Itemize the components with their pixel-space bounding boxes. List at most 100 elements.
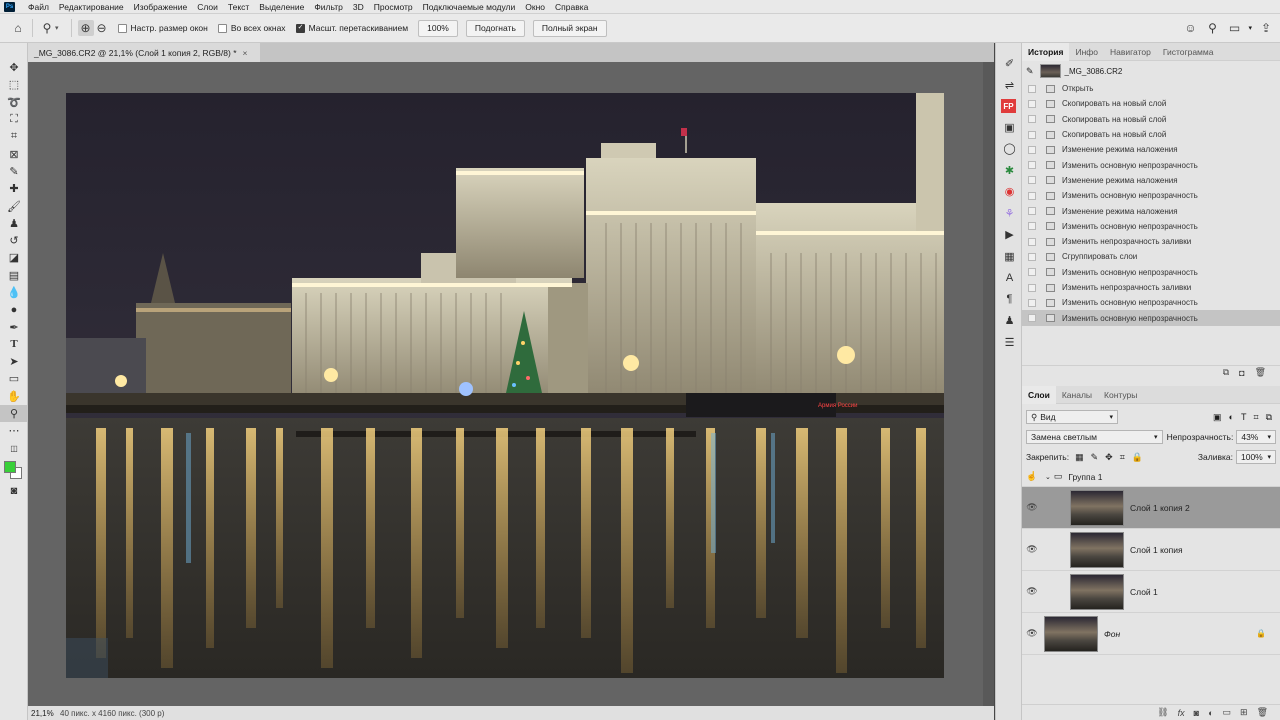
frame-tool-icon[interactable]: ⊠ [0, 145, 28, 162]
fill-screen-button[interactable]: Полный экран [532, 19, 607, 37]
history-item[interactable]: Изменить основную непрозрачность [1022, 310, 1280, 326]
rectangle-tool-icon[interactable]: ▭ [0, 370, 28, 387]
history-brush-source-box[interactable] [1028, 222, 1036, 231]
history-brush-source-box[interactable] [1028, 130, 1036, 139]
tab-history[interactable]: История [1022, 42, 1070, 61]
menu-select[interactable]: Выделение [254, 2, 309, 12]
trash-icon[interactable]: 🗑 [1255, 367, 1266, 378]
marquee-tool-icon[interactable]: ⬚ [0, 76, 28, 93]
zoom-out-icon[interactable]: ⊖ [94, 20, 110, 36]
history-brush-source-box[interactable] [1028, 99, 1036, 108]
menu-plugins[interactable]: Подключаемые модули [418, 2, 521, 12]
opacity-input[interactable]: 43% ▾ [1236, 430, 1276, 444]
type-tool-icon[interactable]: T [0, 336, 28, 353]
history-item[interactable]: Изменить основную непрозрачность [1022, 219, 1280, 234]
history-brush-source-box[interactable] [1028, 84, 1036, 93]
history-brush-tool-icon[interactable]: ↺ [0, 232, 28, 249]
share-icon[interactable]: ⇪ [1258, 20, 1274, 36]
history-snapshot[interactable]: ✎ _MG_3086.CR2 [1022, 61, 1280, 81]
document-canvas-image[interactable]: Армия России [66, 93, 944, 678]
resize-windows-checkbox[interactable]: Настр. размер окон [117, 23, 208, 33]
brush-tool-icon[interactable]: 🖌 [0, 197, 28, 214]
new-group-icon[interactable]: ▭ [1223, 707, 1232, 718]
zoom-tool-preset-icon[interactable]: ⚲ [39, 20, 55, 36]
stamp-tool-icon[interactable]: ♟ [0, 215, 28, 232]
learn-icon[interactable]: ☺ [1182, 20, 1198, 36]
new-snapshot-icon[interactable]: ◘ [1239, 368, 1244, 378]
home-icon[interactable]: ⌂ [10, 20, 26, 36]
people-icon[interactable]: ♟ [996, 312, 1023, 330]
fill-input[interactable]: 100% ▾ [1236, 450, 1276, 464]
fx-icon[interactable]: fx [1178, 708, 1185, 718]
history-item[interactable]: Изменить основную непрозрачность [1022, 295, 1280, 310]
close-tab-icon[interactable]: × [243, 48, 248, 58]
history-brush-source-box[interactable] [1028, 176, 1036, 185]
filter-smart-icon[interactable]: ⧉ [1266, 412, 1272, 423]
tab-navigator[interactable]: Навигатор [1104, 43, 1157, 61]
menu-help[interactable]: Справка [550, 2, 593, 12]
properties-icon[interactable]: ▣ [996, 118, 1023, 136]
history-item[interactable]: Скопировать на новый слой [1022, 112, 1280, 127]
history-brush-source-box[interactable] [1028, 161, 1036, 170]
lock-artboard-icon[interactable]: ⌗ [1120, 452, 1125, 463]
history-brush-source-box[interactable] [1028, 145, 1036, 154]
history-brush-source-box[interactable] [1028, 237, 1036, 246]
tab-histogram[interactable]: Гистограмма [1157, 43, 1220, 61]
chevron-down-icon[interactable]: ▾ [55, 24, 59, 32]
zoom-level[interactable]: 21,1% [28, 709, 60, 718]
object-select-tool-icon[interactable]: ⛶ [0, 111, 28, 128]
hand-tool-icon[interactable]: ✋ [0, 388, 28, 405]
quick-mask-icon[interactable]: ◙ [0, 483, 28, 500]
actions-play-icon[interactable]: ▶ [996, 226, 1023, 244]
group-name[interactable]: Группа 1 [1068, 472, 1102, 482]
history-item[interactable]: Изменение режима наложения [1022, 142, 1280, 157]
background-layer-row[interactable]: 👁 Фон 🔒 [1022, 613, 1280, 655]
visibility-eye-icon[interactable]: 👁 [1022, 502, 1042, 513]
chevron-down-icon[interactable]: ⌄ [1045, 473, 1051, 481]
history-brush-source-box[interactable] [1028, 207, 1036, 216]
history-item[interactable]: Изменить непрозрачность заливки [1022, 280, 1280, 295]
zoom-100-button[interactable]: 100% [418, 19, 458, 37]
document-tab[interactable]: _MG_3086.CR2 @ 21,1% (Слой 1 копия 2, RG… [28, 43, 260, 62]
healing-brush-tool-icon[interactable]: ✚ [0, 180, 28, 197]
lock-position-icon[interactable]: ✥ [1105, 452, 1113, 463]
paragraph-icon[interactable]: ¶ [996, 290, 1023, 308]
menu-image[interactable]: Изображение [129, 2, 193, 12]
fit-screen-button[interactable]: Подогнать [465, 19, 525, 37]
history-item[interactable]: Сгруппировать слои [1022, 249, 1280, 264]
history-brush-source-box[interactable] [1028, 115, 1036, 124]
eyedropper-tool-icon[interactable]: ✎ [0, 163, 28, 180]
tab-layers[interactable]: Слои [1022, 385, 1056, 404]
foreground-color-swatch[interactable] [4, 460, 16, 473]
menu-window[interactable]: Окно [520, 2, 550, 12]
layer-name[interactable]: Фон [1104, 629, 1120, 639]
plugin-target-icon[interactable]: ◉ [996, 183, 1023, 201]
blur-tool-icon[interactable]: 💧 [0, 284, 28, 301]
adjustment-layer-icon[interactable]: ◐ [1208, 708, 1213, 718]
history-item[interactable]: Изменить основную непрозрачность [1022, 157, 1280, 172]
chevron-down-icon[interactable]: ▾ [1248, 24, 1252, 32]
new-document-from-state-icon[interactable]: ⧉ [1223, 367, 1229, 378]
history-brush-source-box[interactable] [1028, 298, 1036, 307]
trash-icon[interactable]: 🗑 [1257, 707, 1268, 718]
path-select-tool-icon[interactable]: ➤ [0, 353, 28, 370]
lock-icon[interactable]: 🔒 [1256, 629, 1266, 638]
history-brush-source-box[interactable] [1028, 314, 1036, 323]
filter-type-icon[interactable]: T [1241, 412, 1247, 423]
history-item[interactable]: Скопировать на новый слой [1022, 127, 1280, 142]
photoshop-logo-icon[interactable]: Ps [4, 1, 15, 12]
history-item[interactable]: Изменить основную непрозрачность [1022, 265, 1280, 280]
link-layers-icon[interactable]: ⛓ [1157, 707, 1168, 718]
character-icon[interactable]: A [996, 269, 1023, 287]
history-item[interactable]: Открыть [1022, 81, 1280, 96]
layer-row[interactable]: 👁 Слой 1 копия [1022, 529, 1280, 571]
filter-shape-icon[interactable]: ⌗ [1253, 412, 1258, 423]
filter-pixel-icon[interactable]: ▣ [1213, 412, 1222, 423]
color-swatches[interactable] [0, 457, 27, 483]
layer-name[interactable]: Слой 1 [1130, 587, 1158, 597]
plugin-star-icon[interactable]: ✱ [996, 161, 1023, 179]
tab-info[interactable]: Инфо [1069, 43, 1104, 61]
tab-channels[interactable]: Каналы [1056, 386, 1098, 404]
lasso-tool-icon[interactable]: ➰ [0, 94, 28, 111]
menu-filter[interactable]: Фильтр [309, 2, 348, 12]
